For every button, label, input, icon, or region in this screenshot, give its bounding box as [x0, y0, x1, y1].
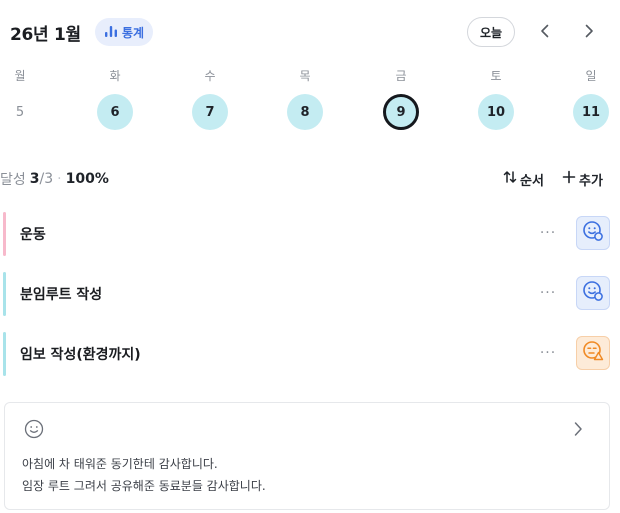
more-options-button[interactable]: ···	[537, 342, 559, 364]
weekday-label: 월	[14, 69, 26, 83]
task-title: 분임루트 작성	[20, 287, 103, 303]
chevron-right-icon[interactable]	[573, 421, 583, 441]
more-options-button[interactable]: ···	[537, 282, 559, 304]
task-color-bar	[3, 212, 6, 256]
weekday-label: 목	[299, 69, 311, 83]
summary-separator: ·	[57, 171, 62, 187]
chevron-right-icon	[584, 23, 594, 42]
meh-face-warning-icon	[582, 340, 604, 366]
smile-icon	[24, 419, 44, 443]
chevron-left-icon	[540, 23, 550, 42]
task-title: 임보 작성(환경까지)	[20, 347, 141, 363]
sort-arrows-icon	[503, 170, 517, 188]
task-color-bar	[3, 272, 6, 316]
next-week-button[interactable]	[577, 20, 601, 44]
task-item[interactable]: 분임루트 작성 ···	[0, 272, 620, 316]
more-options-button[interactable]: ···	[537, 222, 559, 244]
add-task-button[interactable]: 추가	[562, 169, 603, 189]
stats-button[interactable]: 통계	[95, 18, 154, 46]
summary-percent: 100%	[65, 171, 109, 187]
calendar-header: 26년 1월 통계 오늘	[0, 14, 620, 50]
achievement-summary: 달성 3 /3 · 100%	[0, 169, 109, 189]
gratitude-note-card[interactable]: 아침에 차 태워준 동기한테 감사합니다. 임장 루트 그려서 공유해준 동료분…	[4, 402, 610, 510]
task-title: 운동	[20, 227, 46, 243]
plus-icon	[562, 170, 576, 188]
add-label: 추가	[579, 173, 603, 189]
stats-label: 통계	[122, 25, 145, 40]
weekday-row: 월 화 수 목 금 토 일	[0, 67, 620, 87]
weekday-label: 금	[395, 69, 407, 83]
date-cell[interactable]: 7	[192, 94, 228, 130]
weekday-label: 일	[585, 69, 597, 83]
more-dots-icon: ···	[539, 225, 557, 241]
date-cell[interactable]: 8	[287, 94, 323, 130]
date-row: 5 6 7 8 9 10 11	[0, 94, 620, 130]
date-cell-selected[interactable]: 9	[383, 94, 419, 130]
mood-button[interactable]	[576, 216, 610, 250]
prev-week-button[interactable]	[533, 20, 557, 44]
mood-button[interactable]	[576, 276, 610, 310]
summary-label: 달성	[0, 172, 26, 188]
more-dots-icon: ···	[539, 345, 557, 361]
bar-chart-icon	[104, 23, 118, 42]
note-line: 아침에 차 태워준 동기한테 감사합니다.	[22, 457, 218, 471]
task-item[interactable]: 운동 ···	[0, 212, 620, 256]
today-button[interactable]: 오늘	[467, 17, 515, 47]
sort-button[interactable]: 순서	[503, 169, 544, 189]
smiley-face-icon	[582, 220, 604, 246]
mood-button[interactable]	[576, 336, 610, 370]
date-cell[interactable]: 6	[97, 94, 133, 130]
more-dots-icon: ···	[539, 285, 557, 301]
summary-total: /3	[39, 171, 54, 187]
note-line: 임장 루트 그려서 공유해준 동료분들 감사합니다.	[22, 479, 266, 493]
weekday-label: 수	[204, 69, 216, 83]
month-title: 26년 1월	[10, 25, 81, 45]
task-item[interactable]: 임보 작성(환경까지) ···	[0, 332, 620, 376]
smiley-face-icon	[582, 280, 604, 306]
task-color-bar	[3, 332, 6, 376]
weekday-label: 화	[109, 69, 121, 83]
weekday-label: 토	[490, 69, 502, 83]
date-cell[interactable]: 11	[573, 94, 609, 130]
sort-label: 순서	[520, 173, 544, 189]
date-cell[interactable]: 10	[478, 94, 514, 130]
date-cell[interactable]: 5	[2, 94, 38, 130]
summary-completed: 3	[29, 171, 40, 187]
